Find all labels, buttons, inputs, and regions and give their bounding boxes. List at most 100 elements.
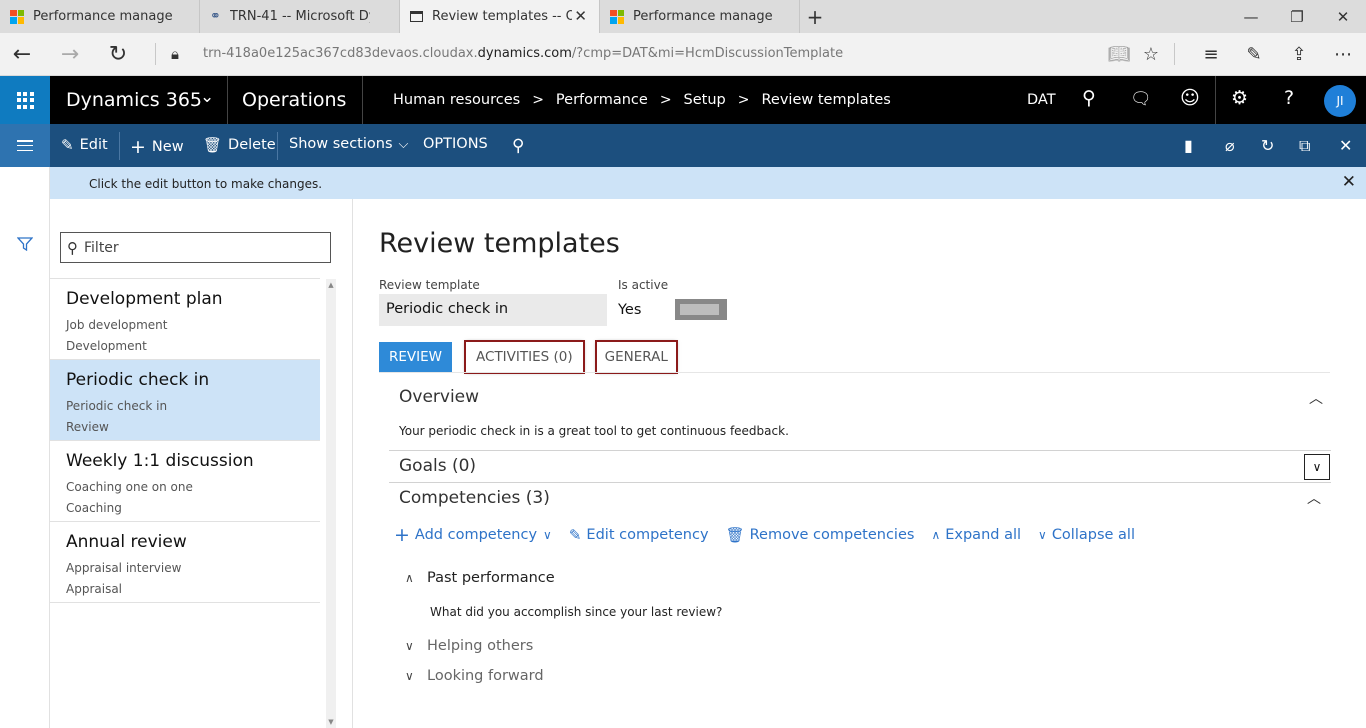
tab-general[interactable]: GENERAL xyxy=(594,340,678,374)
pencil-icon: ✎ xyxy=(61,136,74,154)
list-item[interactable]: Weekly 1:1 discussion Coaching one on on… xyxy=(50,441,320,522)
list-item[interactable]: Development plan Job development Develop… xyxy=(50,279,320,360)
breadcrumb-item[interactable]: Setup xyxy=(684,92,726,108)
message-icon[interactable]: 🗨︎ xyxy=(1130,89,1152,109)
competency-item[interactable]: ∨ Helping others xyxy=(405,638,533,654)
plus-icon: + xyxy=(394,524,410,546)
avatar[interactable]: JI xyxy=(1324,85,1356,117)
refresh-icon[interactable]: ↻ xyxy=(1261,136,1274,155)
app-launcher-button[interactable] xyxy=(0,76,50,124)
list-scrollbar[interactable]: ▲ ▼ xyxy=(326,279,336,728)
chevron-right-icon: > xyxy=(737,92,750,108)
hamburger-icon xyxy=(17,140,33,151)
list-item-subtitle: Coaching xyxy=(66,501,122,515)
browser-tab[interactable]: Performance management ( xyxy=(0,0,200,33)
close-tab-icon[interactable]: ✕ xyxy=(574,7,587,25)
review-template-label: Review template xyxy=(379,278,480,292)
breadcrumb: Human resources > Performance > Setup > … xyxy=(393,92,891,108)
edit-competency-button[interactable]: ✎ Edit competency xyxy=(569,524,709,546)
section-header[interactable]: Goals (0) xyxy=(399,456,476,476)
chevron-down-icon[interactable]: ⌄ xyxy=(200,87,214,107)
close-window-button[interactable]: ✕ xyxy=(1320,0,1366,33)
breadcrumb-item[interactable]: Review templates xyxy=(762,92,891,108)
web-note-icon[interactable]: ✎ xyxy=(1237,39,1271,69)
scroll-down-icon[interactable]: ▼ xyxy=(326,718,336,726)
new-tab-button[interactable]: + xyxy=(800,0,830,33)
breadcrumb-item[interactable]: Performance xyxy=(556,92,648,108)
delete-button[interactable]: 🗑︎ Delete xyxy=(203,136,276,154)
is-active-toggle[interactable] xyxy=(675,299,727,320)
browser-tab[interactable]: ⚭ TRN-41 -- Microsoft Dynam xyxy=(200,0,400,33)
reading-view-icon[interactable]: 📖︎ xyxy=(1102,39,1136,69)
module-title[interactable]: Operations xyxy=(242,89,346,111)
chevron-up-icon[interactable]: ︿ xyxy=(1307,488,1321,508)
action-pane: ✎ Edit + New 🗑︎ Delete Show sections ⌵ OPTIO… xyxy=(0,124,1366,167)
is-active-value: Yes xyxy=(618,302,642,318)
chevron-right-icon: > xyxy=(532,92,544,108)
share-nodes-icon: ⚭ xyxy=(210,9,221,24)
tab-activities[interactable]: ACTIVITIES (0) xyxy=(464,340,585,374)
competency-item[interactable]: ∨ Looking forward xyxy=(405,668,544,684)
help-icon[interactable]: ? xyxy=(1284,87,1294,109)
gear-icon[interactable]: ⚙ xyxy=(1231,87,1248,109)
new-button[interactable]: + New xyxy=(130,136,184,158)
collapse-all-button[interactable]: ∨ Collapse all xyxy=(1038,524,1135,546)
brand-title[interactable]: Dynamics 365 xyxy=(66,89,202,111)
list-item-title: Periodic check in xyxy=(66,370,210,390)
show-sections-button[interactable]: Show sections ⌵ xyxy=(289,136,408,152)
list-item[interactable]: Annual review Appraisal interview Apprai… xyxy=(50,522,320,603)
list-item-title: Weekly 1:1 discussion xyxy=(66,451,254,471)
hub-icon[interactable]: ≡ xyxy=(1194,39,1228,69)
chevron-down-icon[interactable]: ∨ xyxy=(1304,454,1330,480)
filter-input[interactable] xyxy=(84,239,314,256)
trash-icon: 🗑︎ xyxy=(725,526,745,544)
url-field[interactable]: trn-418a0e125ac367cd83devaos.cloudax.dyn… xyxy=(203,46,843,61)
browser-tab[interactable]: Performance management ( xyxy=(600,0,800,33)
chevron-down-icon[interactable]: ∨ xyxy=(405,639,427,653)
competencies-header[interactable]: Competencies (3) xyxy=(399,488,550,508)
list-item-subtitle: Development xyxy=(66,339,147,353)
add-competency-button[interactable]: + Add competency ∨ xyxy=(394,524,552,546)
attachment-icon[interactable]: ⌀ xyxy=(1225,136,1235,155)
close-icon[interactable]: ✕ xyxy=(1342,172,1356,192)
browser-tab-active[interactable]: Review templates -- Op ✕ xyxy=(400,0,600,33)
close-icon[interactable]: ✕ xyxy=(1339,136,1352,155)
expand-all-button[interactable]: ∧ Expand all xyxy=(931,524,1021,546)
company-picker[interactable]: DAT xyxy=(1027,92,1056,108)
forward-arrow-icon[interactable]: → xyxy=(53,39,87,69)
is-active-label: Is active xyxy=(618,278,669,292)
minimize-button[interactable]: — xyxy=(1228,0,1274,33)
remove-competencies-button[interactable]: 🗑︎ Remove competencies xyxy=(726,524,915,546)
maximize-button[interactable]: ❐ xyxy=(1274,0,1320,33)
edit-button[interactable]: ✎ Edit xyxy=(61,136,108,154)
share-icon[interactable]: ⇪ xyxy=(1282,39,1316,69)
review-template-field[interactable]: Periodic check in xyxy=(379,294,607,326)
plus-icon: + xyxy=(130,136,146,158)
search-icon[interactable]: ⚲ xyxy=(512,136,524,156)
navigation-menu-button[interactable] xyxy=(0,124,50,167)
search-icon[interactable]: ⚲ xyxy=(1082,87,1096,109)
competency-item[interactable]: ∧ Past performance xyxy=(405,570,555,586)
chevron-up-icon[interactable]: ∧ xyxy=(405,571,427,585)
list-item-selected[interactable]: Periodic check in Periodic check in Revi… xyxy=(50,360,320,441)
back-arrow-icon[interactable]: ← xyxy=(5,39,39,69)
tab-review[interactable]: REVIEW xyxy=(379,342,453,372)
breadcrumb-item[interactable]: Human resources xyxy=(393,92,520,108)
lock-icon: 🔒︎ xyxy=(171,45,179,63)
list-pane: ⚲ Development plan Job development Devel… xyxy=(50,199,353,728)
scroll-up-icon[interactable]: ▲ xyxy=(326,281,336,289)
chevron-up-icon[interactable]: ︿ xyxy=(1309,388,1323,408)
filter-funnel-icon[interactable] xyxy=(17,237,33,251)
more-icon[interactable]: ⋯ xyxy=(1326,39,1360,69)
favorite-star-icon[interactable]: ☆ xyxy=(1134,39,1168,69)
options-button[interactable]: OPTIONS xyxy=(423,136,488,152)
refresh-icon[interactable]: ↻ xyxy=(101,39,135,69)
office-icon[interactable]: ▮ xyxy=(1184,136,1193,155)
detail-pane: Review templates Review template Periodi… xyxy=(353,199,1366,728)
open-new-window-icon[interactable]: ⧉ xyxy=(1299,136,1310,156)
chevron-right-icon: > xyxy=(659,92,672,108)
chevron-down-icon[interactable]: ∨ xyxy=(405,669,427,683)
section-header[interactable]: Overview xyxy=(399,387,479,407)
smiley-icon[interactable]: ☺ xyxy=(1180,87,1200,109)
chevron-up-icon: ∧ xyxy=(931,528,941,542)
